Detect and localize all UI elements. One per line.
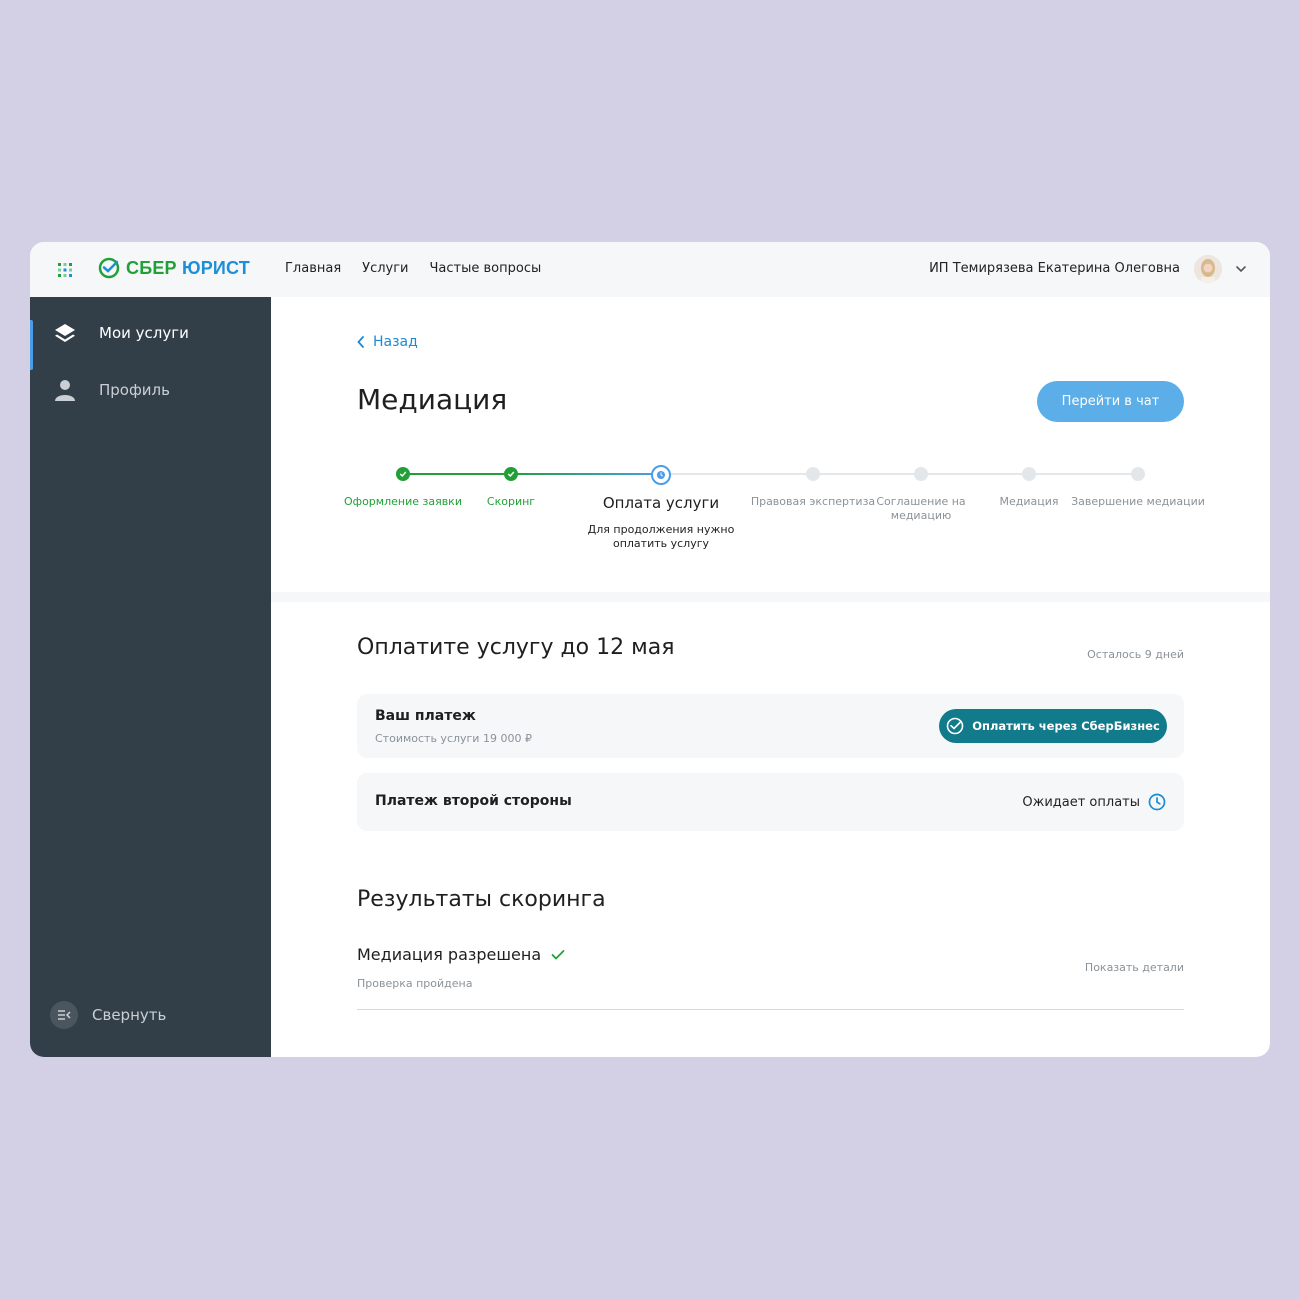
sidebar-item-label: Мои услуги	[99, 324, 189, 342]
step-done-icon	[504, 467, 518, 481]
avatar-image	[1194, 255, 1222, 283]
nav-services[interactable]: Услуги	[362, 261, 408, 276]
collapse-icon	[50, 1001, 78, 1029]
app-window: СБЕР ЮРИСТ Главная Услуги Частые вопросы…	[30, 242, 1270, 1057]
user-icon	[55, 380, 75, 401]
other-payment-card: Платеж второй стороны Ожидает оплаты	[357, 773, 1184, 831]
avatar[interactable]	[1194, 255, 1222, 283]
stepper-track-done	[403, 473, 511, 475]
step-done-icon	[396, 467, 410, 481]
sidebar-item-profile[interactable]: Профиль	[30, 365, 271, 415]
stepper-track-pending	[661, 473, 1139, 475]
logo-text: СБЕР ЮРИСТ	[126, 257, 251, 278]
section-divider	[271, 592, 1270, 602]
progress-stepper: Оформление заявки Скоринг Оплата услуги …	[271, 457, 1270, 577]
sidebar: Мои услуги Профиль Свернуть	[30, 297, 271, 1057]
step-pending-dot	[806, 467, 820, 481]
scoring-title: Результаты скоринга	[357, 887, 606, 912]
other-payment-title: Платеж второй стороны	[375, 793, 572, 809]
scoring-result: Медиация разрешена	[357, 945, 565, 964]
nav-faq[interactable]: Частые вопросы	[430, 261, 542, 276]
back-label: Назад	[373, 334, 418, 350]
sidebar-item-label: Профиль	[99, 381, 170, 399]
top-bar: СБЕР ЮРИСТ Главная Услуги Частые вопросы…	[30, 242, 1270, 297]
step-current-hint: Для продолжения нужно оплатить услугу	[587, 523, 735, 550]
top-nav: Главная Услуги Частые вопросы	[285, 261, 541, 276]
step-pending-dot	[1131, 467, 1145, 481]
scoring-result-text: Медиация разрешена	[357, 945, 542, 964]
step-pending-dot	[1022, 467, 1036, 481]
your-payment-cost: Стоимость услуги 19 000 ₽	[375, 732, 532, 745]
step-label: Скоринг	[486, 495, 536, 508]
main-content: Назад Медиация Перейти в чат Оформление …	[271, 297, 1270, 1057]
chevron-down-icon[interactable]	[1235, 263, 1247, 275]
logo[interactable]: СБЕР ЮРИСТ	[98, 257, 250, 279]
user-name[interactable]: ИП Темирязева Екатерина Олеговна	[929, 261, 1180, 276]
sber-check-icon	[946, 717, 964, 735]
your-payment-title: Ваш платеж	[375, 708, 476, 724]
step-pending-dot	[914, 467, 928, 481]
other-payment-status: Ожидает оплаты	[1022, 793, 1166, 811]
pay-button-label: Оплатить через СберБизнес	[972, 719, 1160, 733]
your-payment-card: Ваш платеж Стоимость услуги 19 000 ₽ Опл…	[357, 694, 1184, 758]
back-link[interactable]: Назад	[357, 334, 418, 350]
pay-sberbusiness-button[interactable]: Оплатить через СберБизнес	[939, 709, 1167, 743]
chevron-left-icon	[357, 336, 364, 348]
nav-home[interactable]: Главная	[285, 261, 341, 276]
clock-icon	[1148, 793, 1166, 811]
show-details-link[interactable]: Показать детали	[1085, 961, 1184, 974]
payment-title: Оплатите услугу до 12 мая	[357, 635, 675, 660]
collapse-button[interactable]: Свернуть	[50, 1001, 166, 1029]
scoring-result-sub: Проверка пройдена	[357, 977, 473, 990]
stepper-track-active	[511, 473, 661, 475]
collapse-label: Свернуть	[92, 1006, 167, 1024]
step-label: Завершение медиации	[1071, 495, 1205, 508]
status-text: Ожидает оплаты	[1022, 794, 1140, 810]
layers-icon	[55, 324, 75, 342]
days-left: Осталось 9 дней	[1087, 648, 1184, 661]
apps-grid-icon[interactable]	[57, 262, 73, 278]
sber-logo-icon	[98, 257, 120, 279]
step-label-current: Оплата услуги	[602, 494, 720, 512]
page-title: Медиация	[357, 383, 508, 416]
go-to-chat-button[interactable]: Перейти в чат	[1037, 381, 1184, 422]
check-icon	[551, 949, 565, 960]
step-current-clock-icon	[651, 465, 671, 485]
divider	[357, 1009, 1184, 1010]
sidebar-item-my-services[interactable]: Мои услуги	[30, 308, 271, 370]
